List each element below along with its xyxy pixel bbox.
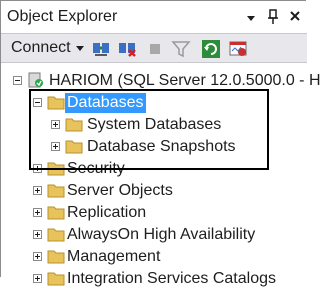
- activity-monitor-icon[interactable]: [229, 39, 249, 59]
- close-icon[interactable]: [289, 7, 301, 25]
- tree-item-alwayson-high-availability[interactable]: AlwaysOn High Availability: [1, 225, 307, 247]
- tree-label-management: Management: [67, 248, 161, 265]
- expand-toggle[interactable]: [33, 274, 42, 283]
- panel-title-bar: Object Explorer: [1, 1, 307, 33]
- tree-item-replication[interactable]: Replication: [1, 203, 307, 225]
- folder-icon: [47, 250, 65, 264]
- connect-label: Connect: [11, 39, 71, 56]
- refresh-icon[interactable]: [201, 39, 221, 59]
- folder-icon: [47, 228, 65, 242]
- expand-toggle[interactable]: [33, 208, 42, 217]
- annotation-highlight-box: [29, 89, 269, 170]
- tree-label-replication: Replication: [67, 204, 147, 221]
- chevron-down-icon: [75, 46, 84, 51]
- title-controls: [245, 7, 301, 25]
- connect-object-explorer-icon[interactable]: [91, 39, 111, 59]
- connect-button[interactable]: Connect: [11, 39, 85, 57]
- tree-item-server-objects[interactable]: Server Objects: [1, 181, 307, 203]
- stop-icon[interactable]: [145, 39, 165, 59]
- server-icon: [28, 72, 43, 88]
- filter-icon[interactable]: [171, 39, 191, 59]
- toolbar: Connect: [1, 33, 307, 63]
- folder-icon: [47, 272, 65, 286]
- tree-item-integration-services-catalogs[interactable]: Integration Services Catalogs: [1, 269, 307, 291]
- dropdown-arrow-icon[interactable]: [245, 7, 257, 25]
- disconnect-icon[interactable]: [117, 39, 137, 59]
- tree-item-management[interactable]: Management: [1, 247, 307, 269]
- tree-label-integration-services-catalogs: Integration Services Catalogs: [67, 270, 276, 287]
- collapse-toggle[interactable]: [13, 76, 22, 85]
- folder-icon: [47, 206, 65, 220]
- pin-icon[interactable]: [267, 7, 279, 25]
- expand-toggle[interactable]: [33, 230, 42, 239]
- expand-toggle[interactable]: [33, 252, 42, 261]
- object-explorer-panel: Object Explorer Connect HARIOM (SQL Serv…: [0, 0, 320, 287]
- expand-toggle[interactable]: [33, 186, 42, 195]
- folder-icon: [47, 184, 65, 198]
- panel-title: Object Explorer: [7, 8, 118, 25]
- tree-label-alwayson: AlwaysOn High Availability: [67, 226, 256, 243]
- server-label: HARIOM (SQL Server 12.0.5000.0 - HA: [49, 72, 320, 89]
- tree-label-server-objects: Server Objects: [67, 182, 173, 199]
